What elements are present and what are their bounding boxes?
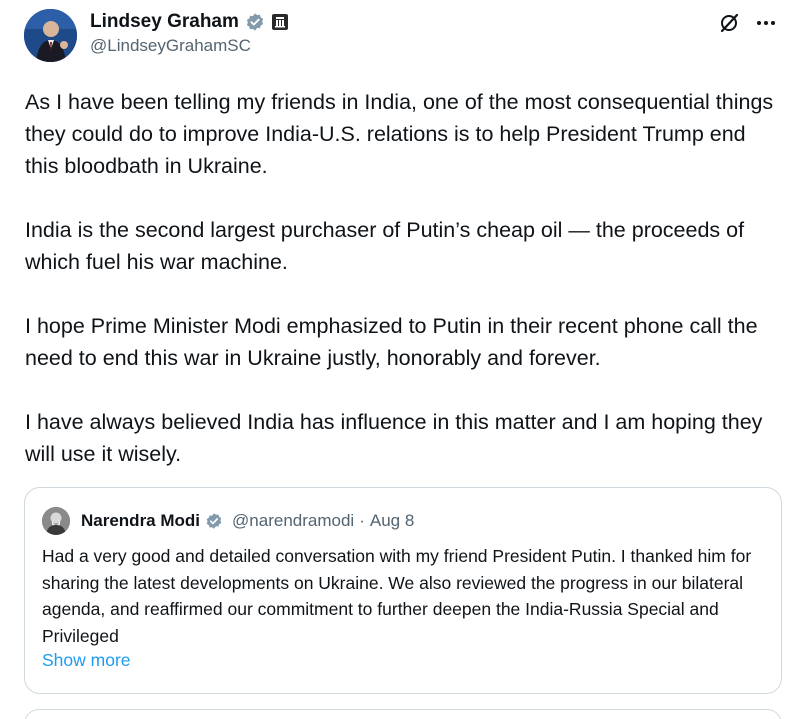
show-more-link[interactable]: Show more: [42, 650, 131, 671]
verified-badge-icon[interactable]: [205, 512, 223, 530]
quoted-display-name[interactable]: Narendra Modi: [81, 511, 200, 531]
more-options-icon[interactable]: [754, 12, 778, 34]
tweet-paragraph: I have always believed India has influen…: [25, 410, 763, 466]
next-card-edge: [24, 709, 782, 719]
quoted-date[interactable]: Aug 8: [370, 511, 414, 531]
quoted-author-avatar[interactable]: [42, 507, 70, 535]
quoted-handle[interactable]: @narendramodi: [232, 511, 354, 531]
author-handle[interactable]: @LindseyGrahamSC: [90, 36, 251, 56]
grok-icon[interactable]: [718, 12, 740, 34]
quoted-tweet-card[interactable]: Narendra Modi @narendramodi · Aug 8 Had …: [24, 487, 782, 694]
author-avatar[interactable]: [24, 9, 77, 62]
tweet-actions: [718, 12, 778, 34]
quoted-separator: ·: [359, 511, 365, 530]
verified-badge-icon[interactable]: [245, 12, 265, 32]
quoted-text: Had a very good and detailed conversatio…: [42, 546, 752, 646]
author-display-name[interactable]: Lindsey Graham: [90, 11, 239, 33]
tweet: Lindsey Graham @LindseyGrahamSC As I hav…: [0, 0, 800, 719]
government-badge-icon[interactable]: [271, 13, 289, 31]
author-name-row: Lindsey Graham: [90, 10, 289, 34]
tweet-text: As I have been telling my friends in Ind…: [25, 86, 785, 470]
quoted-header: Narendra Modi @narendramodi · Aug 8: [81, 508, 414, 534]
tweet-paragraph: I hope Prime Minister Modi emphasized to…: [25, 314, 758, 370]
author-avatar-image: [24, 9, 77, 62]
tweet-paragraph: India is the second largest purchaser of…: [25, 218, 745, 274]
tweet-paragraph: As I have been telling my friends in Ind…: [25, 90, 774, 178]
